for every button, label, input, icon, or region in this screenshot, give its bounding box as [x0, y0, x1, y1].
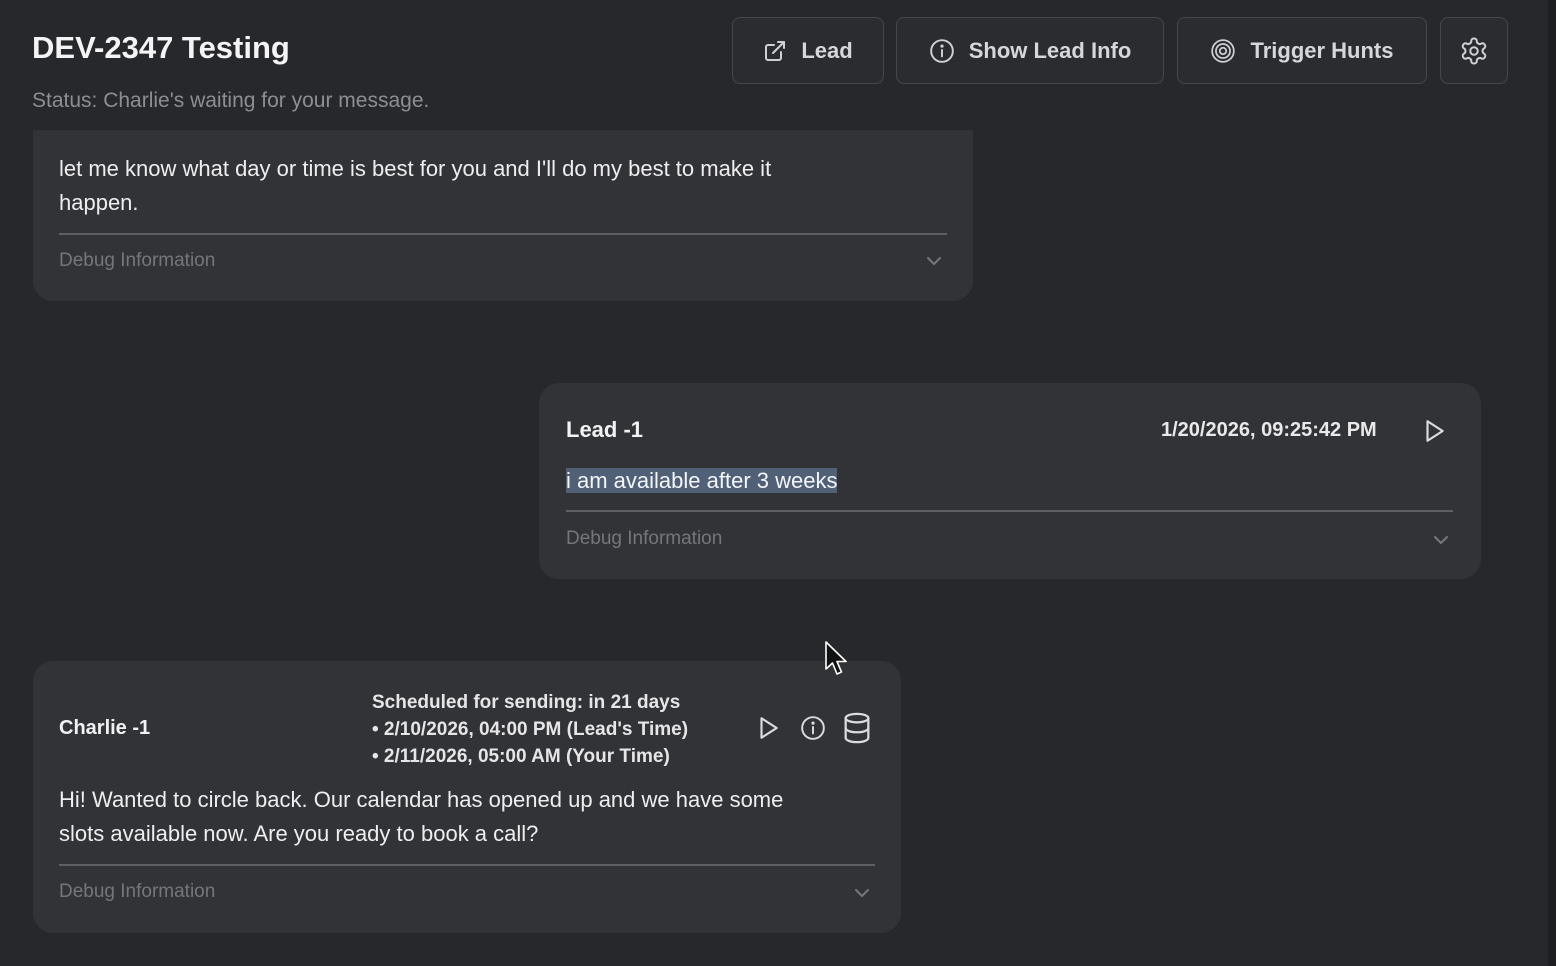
- chevron-down-icon[interactable]: [1432, 533, 1450, 547]
- play-icon[interactable]: [755, 715, 781, 741]
- sender-name: Charlie -1: [59, 717, 151, 739]
- info-icon: [929, 38, 954, 63]
- schedule-your-time: • 2/11/2026, 05:00 AM (Your Time): [372, 746, 670, 767]
- divider: [59, 864, 875, 866]
- mouse-cursor-icon: [825, 641, 847, 675]
- debug-information-toggle[interactable]: Debug Information: [59, 881, 215, 903]
- message-card: Charlie -1 Scheduled for sending: in 21 …: [33, 661, 901, 933]
- debug-information-toggle[interactable]: Debug Information: [566, 528, 722, 550]
- message-text: Hi! Wanted to circle back. Our calendar …: [59, 787, 784, 846]
- sender-name: Lead -1: [566, 417, 644, 442]
- schedule-info: Scheduled for sending: in 21 days • 2/10…: [372, 689, 688, 770]
- lead-button[interactable]: Lead: [732, 17, 884, 84]
- schedule-heading: Scheduled for sending: in 21 days: [372, 692, 681, 713]
- trigger-hunts-label: Trigger Hunts: [1250, 37, 1394, 63]
- message-text: let me know what day or time is best for…: [59, 156, 772, 215]
- conversation-page: DEV-2347 Testing Status: Charlie's waiti…: [0, 0, 1556, 966]
- debug-information-toggle[interactable]: Debug Information: [59, 250, 215, 272]
- chevron-down-icon[interactable]: [853, 886, 871, 900]
- message-timestamp: 1/20/2026, 09:25:42 PM: [1161, 419, 1377, 441]
- show-lead-info-button[interactable]: Show Lead Info: [896, 17, 1164, 84]
- chevron-down-icon[interactable]: [925, 254, 943, 268]
- settings-button[interactable]: [1440, 17, 1508, 84]
- divider: [59, 233, 947, 235]
- play-icon[interactable]: [1421, 418, 1447, 444]
- status-text: Status: Charlie's waiting for your messa…: [32, 89, 430, 112]
- scroll-track: [1548, 0, 1556, 966]
- divider: [566, 510, 1453, 512]
- selected-text: i am available after 3 weeks: [566, 468, 838, 493]
- external-link-icon: [765, 40, 786, 61]
- message-card: let me know what day or time is best for…: [33, 130, 973, 301]
- lead-button-label: Lead: [801, 37, 853, 63]
- trigger-hunts-button[interactable]: Trigger Hunts: [1177, 17, 1427, 84]
- message-text: i am available after 3 weeks: [566, 464, 838, 498]
- gear-icon: [1461, 37, 1487, 64]
- schedule-lead-time: • 2/10/2026, 04:00 PM (Lead's Time): [372, 719, 689, 740]
- info-icon[interactable]: [800, 715, 826, 741]
- message-card: Lead -1 1/20/2026, 09:25:42 PM i am avai…: [539, 383, 1481, 579]
- page-title: DEV-2347 Testing: [32, 30, 290, 65]
- target-icon: [1211, 38, 1236, 63]
- show-lead-info-label: Show Lead Info: [968, 37, 1132, 63]
- database-icon[interactable]: [840, 711, 874, 745]
